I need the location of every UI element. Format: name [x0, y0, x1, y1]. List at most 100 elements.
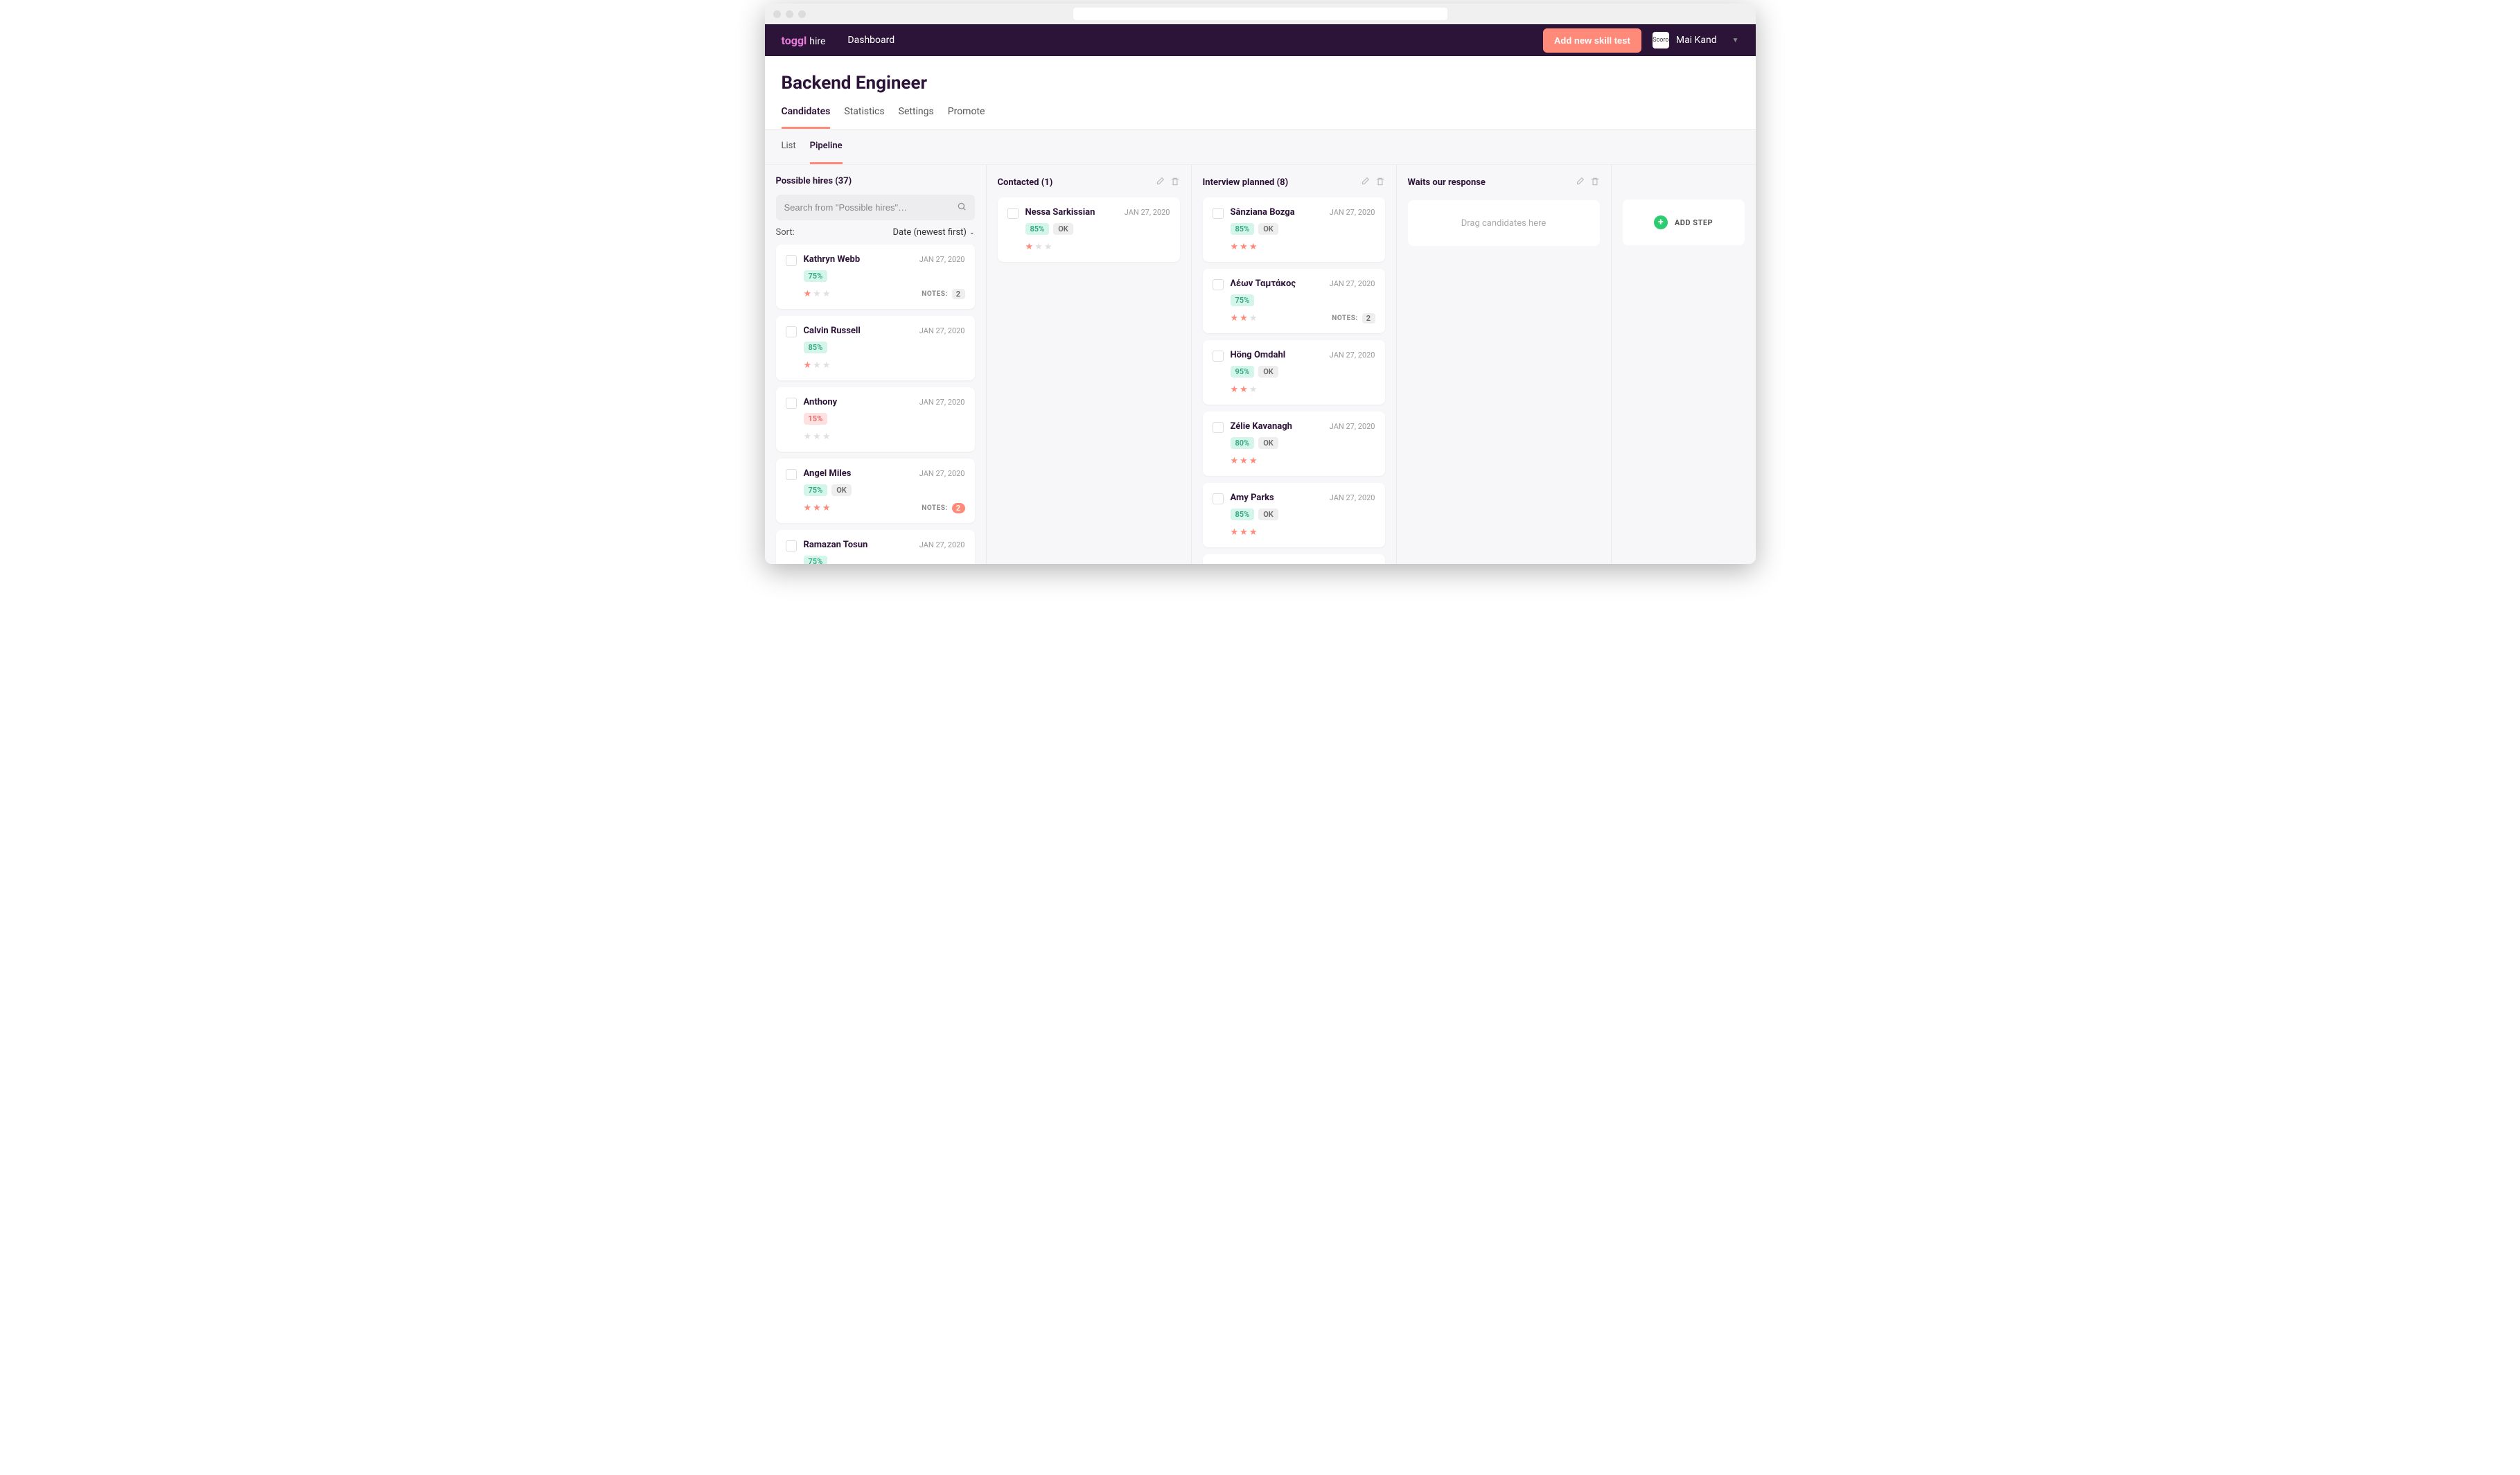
candidate-card[interactable]: Zélie KavanaghJAN 27, 202080%OK★★★	[1203, 412, 1385, 476]
star-icon: ★	[813, 360, 821, 371]
star-icon: ★	[804, 289, 812, 299]
star-icon: ★	[813, 289, 821, 299]
tab-promote[interactable]: Promote	[948, 106, 985, 129]
star-rating[interactable]: ★★★	[804, 503, 831, 513]
url-bar[interactable]	[1073, 8, 1447, 20]
star-rating[interactable]: ★★★	[1025, 242, 1052, 252]
candidate-date: JAN 27, 2020	[919, 398, 965, 407]
edit-icon[interactable]	[1360, 176, 1370, 189]
column-title: Interview planned (8)	[1203, 177, 1289, 188]
notes-indicator: NOTES:2	[922, 503, 964, 513]
tab-settings[interactable]: Settings	[899, 106, 934, 129]
star-icon: ★	[804, 503, 812, 513]
candidate-card[interactable]: Λέων ΤαμτάκοςJAN 27, 202075%★★★NOTES:2	[1203, 269, 1385, 333]
candidate-name: Λέων Ταμτάκος	[1231, 279, 1296, 289]
select-checkbox[interactable]	[1213, 208, 1224, 219]
candidate-name: Calvin Russell	[804, 326, 861, 336]
candidate-card[interactable]: AnthonyJAN 27, 202015%★★★	[776, 387, 975, 452]
nav-dashboard[interactable]: Dashboard	[847, 35, 895, 46]
select-checkbox[interactable]	[1213, 493, 1224, 504]
tab-candidates[interactable]: Candidates	[782, 106, 831, 129]
notes-label: NOTES:	[922, 290, 947, 298]
star-icon: ★	[1240, 456, 1248, 466]
subtab-pipeline[interactable]: Pipeline	[810, 130, 843, 164]
select-checkbox[interactable]	[1007, 208, 1019, 219]
candidate-name: Höng Omdahl	[1231, 350, 1286, 360]
star-icon: ★	[822, 432, 831, 442]
sort-select[interactable]: Date (newest first) ⌄	[893, 227, 975, 238]
score-badge: 85%	[1025, 223, 1050, 235]
column-header: Possible hires (37)	[765, 165, 986, 195]
star-rating[interactable]: ★★★	[1231, 313, 1258, 324]
candidate-card[interactable]: Angel MilesJAN 27, 202075%OK★★★NOTES:2	[776, 459, 975, 523]
star-icon: ★	[1231, 385, 1239, 395]
ok-badge: OK	[1258, 366, 1278, 378]
candidate-date: JAN 27, 2020	[1330, 493, 1375, 502]
tab-statistics[interactable]: Statistics	[844, 106, 884, 129]
dot-maximize[interactable]	[798, 10, 806, 18]
add-skill-test-button[interactable]: Add new skill test	[1543, 28, 1641, 53]
score-badge: 75%	[1231, 294, 1255, 306]
candidate-date: JAN 27, 2020	[1330, 279, 1375, 288]
column-actions	[1155, 176, 1180, 189]
select-checkbox[interactable]	[1213, 351, 1224, 362]
candidate-name: Zélie Kavanagh	[1231, 421, 1292, 432]
select-checkbox[interactable]	[786, 540, 797, 551]
edit-icon[interactable]	[1575, 176, 1585, 189]
edit-icon[interactable]	[1155, 176, 1165, 189]
select-checkbox[interactable]	[786, 255, 797, 266]
candidate-date: JAN 27, 2020	[1330, 351, 1375, 360]
add-step-button[interactable]: + ADD STEP	[1623, 200, 1745, 245]
star-icon: ★	[1240, 313, 1248, 324]
star-rating[interactable]: ★★★	[804, 289, 831, 299]
cards-contacted[interactable]: Nessa SarkissianJAN 27, 202085%OK★★★	[987, 197, 1191, 564]
trash-icon[interactable]	[1170, 176, 1180, 189]
candidate-card[interactable]: Calvin RussellJAN 27, 202085%★★★	[776, 316, 975, 380]
star-rating[interactable]: ★★★	[804, 432, 831, 442]
notes-label: NOTES:	[1332, 315, 1357, 322]
column-possible-hires: Possible hires (37) Sort: Date (newest f…	[765, 165, 987, 564]
star-icon: ★	[1249, 527, 1258, 538]
column-interview-planned: Interview planned (8) Sânziana BozgaJAN …	[1192, 165, 1397, 564]
star-rating[interactable]: ★★★	[1231, 242, 1258, 252]
select-checkbox[interactable]	[1213, 279, 1224, 290]
star-rating[interactable]: ★★★	[804, 360, 831, 371]
user-menu[interactable]: Scoro Mai Kand ▼	[1653, 32, 1739, 48]
select-checkbox[interactable]	[1213, 422, 1224, 433]
search-box[interactable]	[776, 195, 975, 220]
select-checkbox[interactable]	[786, 469, 797, 480]
candidate-card[interactable]: Rajeev RizzoJAN 27, 202085%OK★★★	[1203, 554, 1385, 564]
star-icon: ★	[1025, 242, 1034, 252]
dot-minimize[interactable]	[786, 10, 793, 18]
candidate-card[interactable]: Nessa SarkissianJAN 27, 202085%OK★★★	[998, 197, 1180, 262]
trash-icon[interactable]	[1590, 176, 1600, 189]
star-rating[interactable]: ★★★	[1231, 527, 1258, 538]
candidate-card[interactable]: Ramazan TosunJAN 27, 202075%★★★NOTES:2	[776, 530, 975, 564]
candidate-card[interactable]: Höng OmdahlJAN 27, 202095%OK★★★	[1203, 340, 1385, 405]
trash-icon[interactable]	[1375, 176, 1385, 189]
candidate-card[interactable]: Amy ParksJAN 27, 202085%OK★★★	[1203, 483, 1385, 547]
candidate-card[interactable]: Kathryn WebbJAN 27, 202075%★★★NOTES:2	[776, 245, 975, 309]
subtab-list[interactable]: List	[782, 130, 796, 164]
cards-interview[interactable]: Sânziana BozgaJAN 27, 202085%OK★★★ Λέων Τ…	[1192, 197, 1396, 564]
notes-indicator: NOTES:2	[922, 289, 964, 299]
logo[interactable]: toggl hire	[782, 34, 826, 47]
dropzone[interactable]: Drag candidates here	[1408, 200, 1600, 246]
chevron-down-icon: ⌄	[969, 229, 975, 236]
chevron-down-icon: ▼	[1732, 37, 1739, 44]
star-rating[interactable]: ★★★	[1231, 385, 1258, 395]
star-icon: ★	[822, 289, 831, 299]
cards-possible[interactable]: Kathryn WebbJAN 27, 202075%★★★NOTES:2Cal…	[765, 245, 986, 564]
select-checkbox[interactable]	[786, 398, 797, 409]
candidate-name: Ramazan Tosun	[804, 540, 868, 550]
search-input[interactable]	[784, 202, 957, 213]
candidate-card[interactable]: Sânziana BozgaJAN 27, 202085%OK★★★	[1203, 197, 1385, 262]
select-checkbox[interactable]	[786, 326, 797, 337]
column-actions	[1360, 176, 1385, 189]
score-badge: 80%	[1231, 437, 1255, 449]
star-icon: ★	[1231, 456, 1239, 466]
candidate-name: Amy Parks	[1231, 493, 1274, 503]
dot-close[interactable]	[773, 10, 781, 18]
column-title: Waits our response	[1408, 177, 1486, 188]
star-rating[interactable]: ★★★	[1231, 456, 1258, 466]
